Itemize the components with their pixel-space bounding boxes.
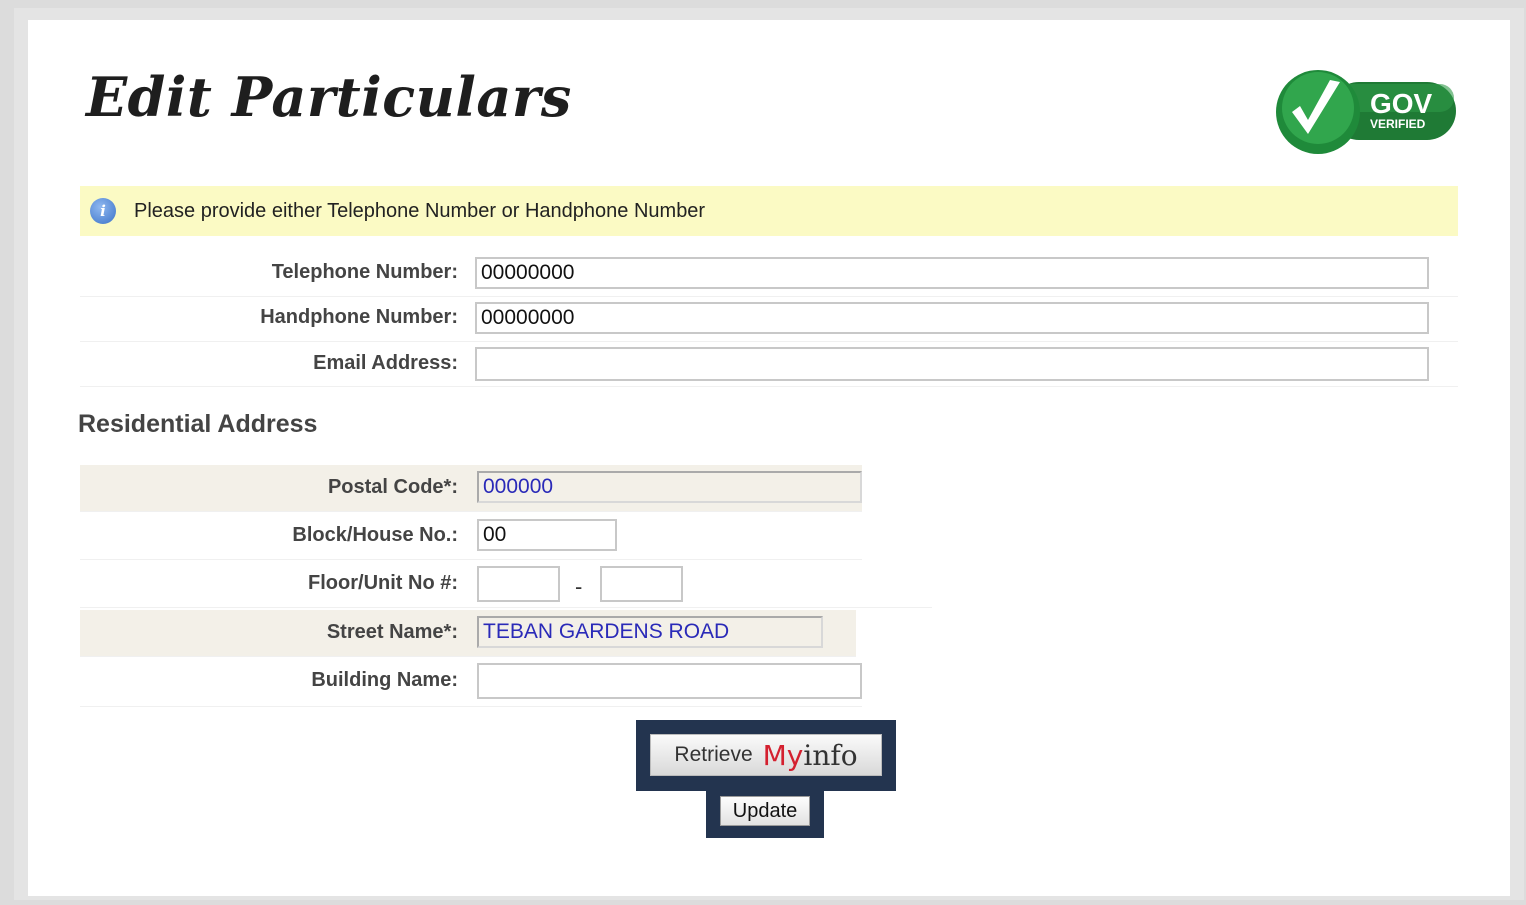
- notice-bar: i Please provide either Telephone Number…: [80, 186, 1458, 236]
- floor-unit-separator: -: [575, 574, 583, 599]
- badge-gov-text: GOV: [1370, 88, 1433, 119]
- unit-input[interactable]: [600, 566, 683, 602]
- myinfo-logo-my: My: [762, 738, 804, 772]
- block-label: Block/House No.:: [292, 524, 458, 546]
- street-label: Street Name*:: [326, 621, 458, 643]
- street-input[interactable]: TEBAN GARDENS ROAD: [477, 616, 823, 648]
- notice-text: Please provide either Telephone Number o…: [134, 199, 706, 222]
- block-input[interactable]: 00: [477, 519, 617, 551]
- email-label: Email Address:: [313, 352, 458, 374]
- update-button[interactable]: Update: [720, 796, 810, 826]
- myinfo-logo-info: info: [803, 738, 858, 772]
- postal-code-input[interactable]: 000000: [477, 471, 862, 503]
- telephone-label: Telephone Number:: [271, 261, 458, 283]
- myinfo-highlight: Retrieve My info: [636, 720, 896, 791]
- badge-verified-text: VERIFIED: [1370, 117, 1426, 131]
- handphone-label: Handphone Number:: [260, 306, 458, 328]
- block-row: Block/House No.: 00: [80, 513, 862, 560]
- retrieve-myinfo-button[interactable]: Retrieve My info: [650, 734, 882, 776]
- handphone-input[interactable]: 00000000: [475, 302, 1429, 334]
- building-input[interactable]: [477, 663, 862, 699]
- telephone-input[interactable]: 00000000: [475, 257, 1429, 289]
- page-title: Edit Particulars: [86, 65, 572, 129]
- postal-code-label: Postal Code*:: [327, 476, 458, 498]
- update-highlight: Update: [706, 790, 824, 838]
- retrieve-label: Retrieve: [674, 743, 753, 766]
- postal-code-row: Postal Code*: 000000: [80, 465, 862, 512]
- handphone-row: Handphone Number: 00000000: [80, 297, 1458, 342]
- building-row: Building Name:: [80, 658, 862, 707]
- email-row: Email Address:: [80, 342, 1458, 387]
- street-row: Street Name*: TEBAN GARDENS ROAD: [80, 610, 856, 657]
- floor-unit-label: Floor/Unit No #:: [308, 572, 458, 594]
- email-input[interactable]: [475, 347, 1429, 381]
- residential-address-heading: Residential Address: [78, 410, 318, 438]
- gov-verified-badge: GOV VERIFIED: [1276, 70, 1456, 154]
- floor-input[interactable]: [477, 566, 560, 602]
- telephone-row: Telephone Number: 00000000: [80, 252, 1458, 297]
- info-icon: i: [90, 198, 116, 224]
- floor-unit-row: Floor/Unit No #:: [80, 561, 932, 608]
- building-label: Building Name:: [311, 669, 458, 691]
